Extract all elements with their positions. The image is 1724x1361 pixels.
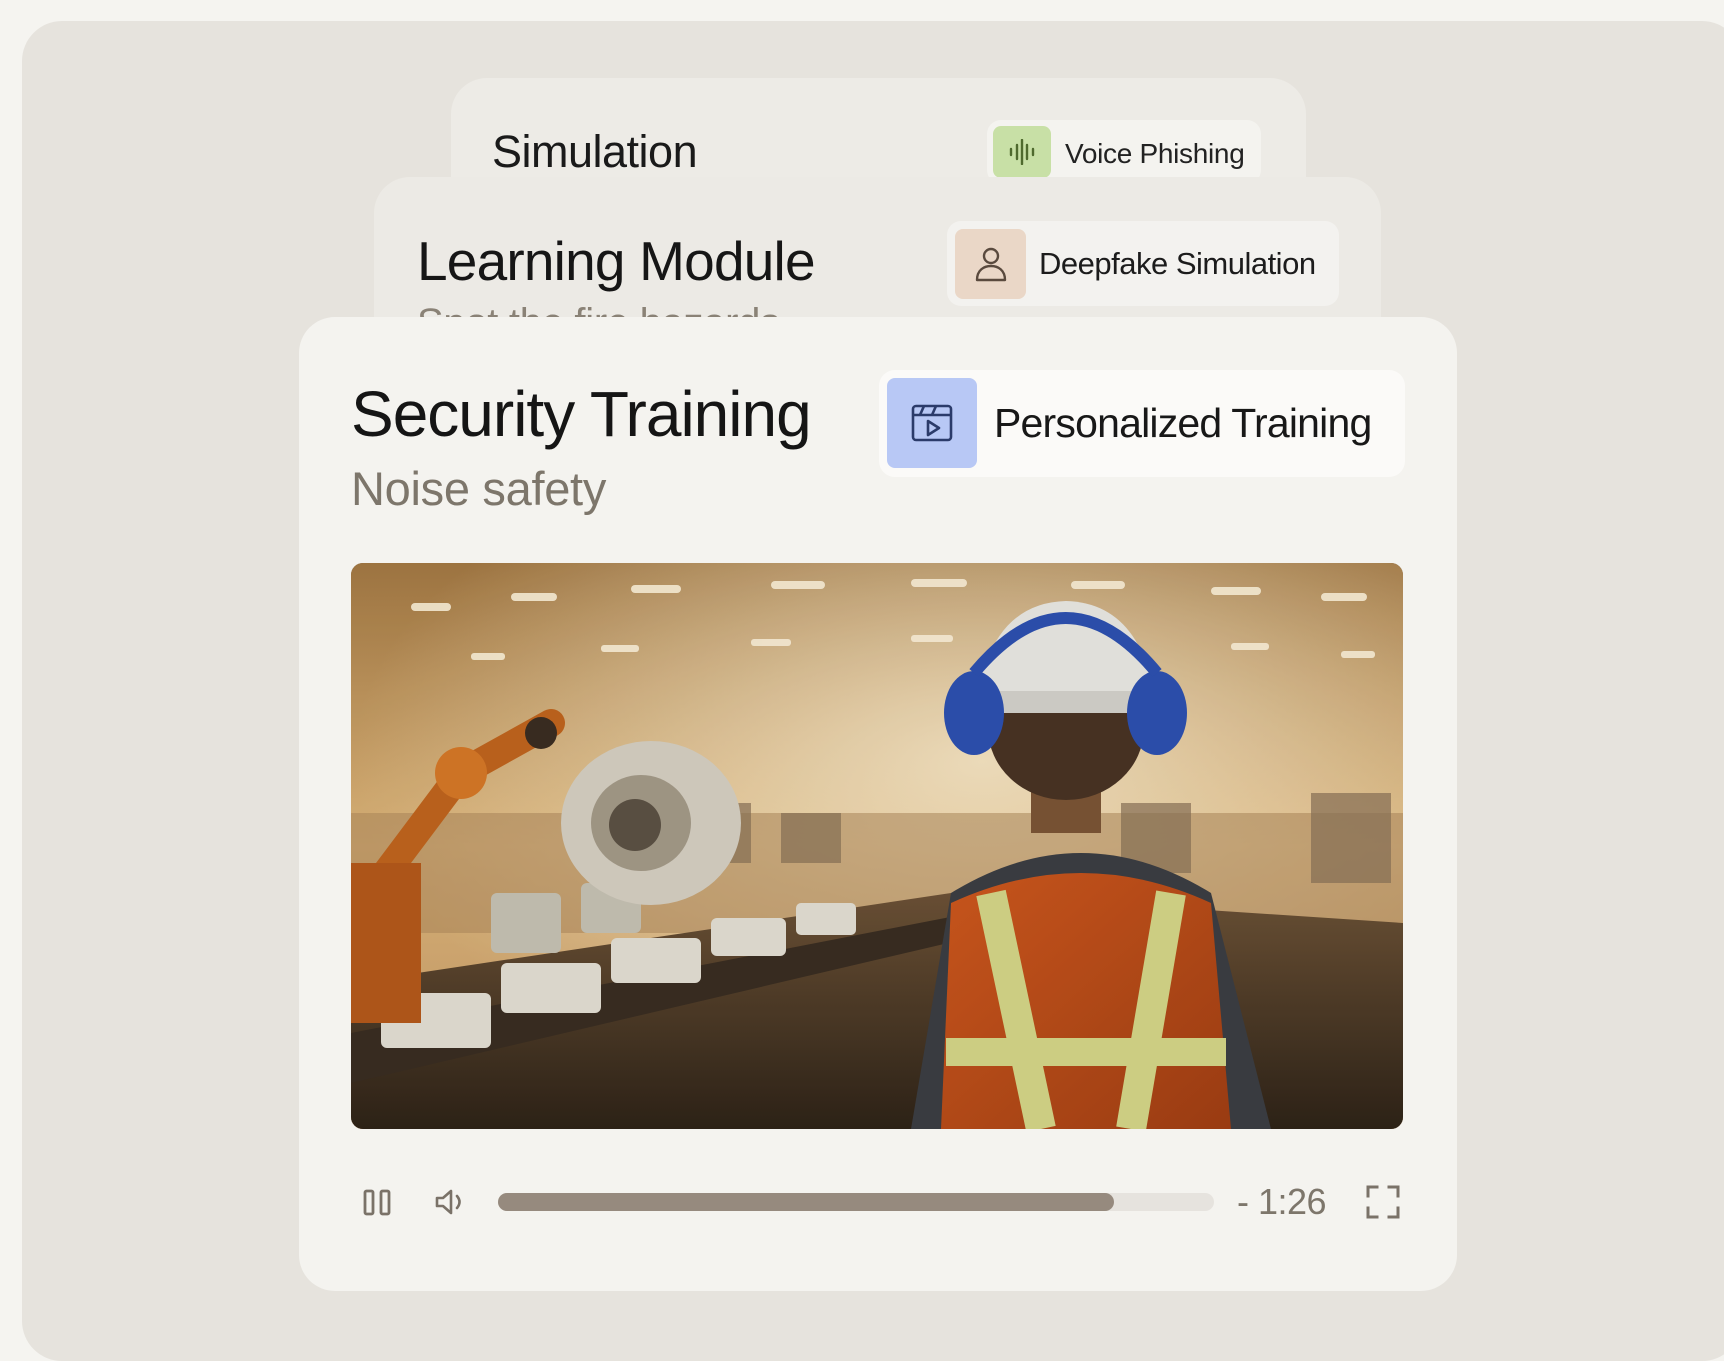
- fullscreen-icon: [1366, 1185, 1400, 1219]
- time-remaining: - 1:26: [1237, 1181, 1327, 1222]
- card-title: Simulation: [492, 126, 698, 177]
- voice-phishing-badge[interactable]: Voice Phishing: [987, 120, 1261, 184]
- card-subtitle: Noise safety: [351, 462, 607, 515]
- card-title: Learning Module: [417, 230, 816, 292]
- training-video[interactable]: [351, 563, 1403, 1129]
- badge-label: Voice Phishing: [1065, 138, 1245, 169]
- progress-fill: [498, 1193, 1114, 1211]
- deepfake-simulation-badge[interactable]: Deepfake Simulation: [947, 221, 1339, 306]
- pause-icon: [363, 1189, 391, 1216]
- video-frame-image: [351, 563, 1403, 1129]
- volume-icon: [435, 1189, 461, 1215]
- volume-button[interactable]: [431, 1182, 471, 1222]
- video-controls: - 1:26: [351, 1172, 1403, 1232]
- card-title: Security Training: [351, 378, 812, 450]
- personalized-training-badge[interactable]: Personalized Training: [879, 370, 1405, 477]
- fullscreen-button[interactable]: [1363, 1182, 1403, 1222]
- security-training-card: Security Training Noise safety Personali…: [299, 317, 1457, 1291]
- person-icon: [955, 229, 1026, 299]
- badge-label: Deepfake Simulation: [1039, 246, 1316, 281]
- waveform-icon: [993, 126, 1051, 178]
- pause-button[interactable]: [359, 1182, 395, 1222]
- video-icon: [887, 378, 977, 468]
- badge-label: Personalized Training: [994, 400, 1372, 446]
- playback-progress-bar[interactable]: [498, 1193, 1214, 1211]
